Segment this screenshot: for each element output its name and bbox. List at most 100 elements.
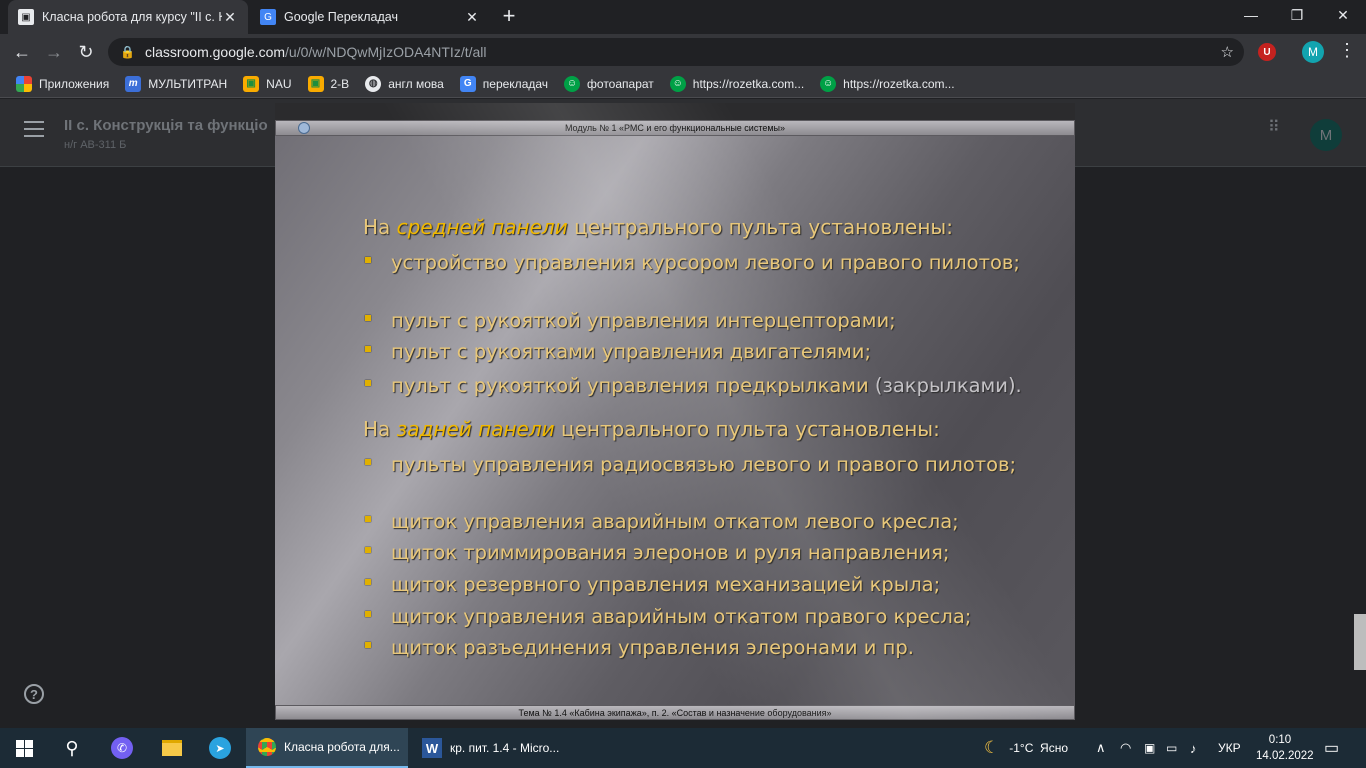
heading-post: центрального пульта установлены:	[567, 215, 953, 239]
tab-title: Google Перекладач	[284, 10, 398, 24]
list-item-text: устройство управления курсором левого и …	[391, 251, 1020, 274]
taskbar-app-chrome[interactable]: Класна робота для...	[246, 728, 408, 768]
list-item: пульт с рукояткой управления предкрылкам…	[363, 372, 1053, 399]
rozetka-icon: ☺	[669, 75, 686, 92]
bookmark-translator[interactable]: Gперекладач	[459, 75, 548, 92]
help-icon[interactable]: ?	[24, 684, 44, 704]
close-window-button[interactable]: ✕	[1320, 0, 1366, 30]
bookmark-english[interactable]: ◍ англ мова	[365, 75, 444, 92]
language-indicator[interactable]: УКР	[1218, 728, 1241, 768]
list-item-text: щиток управления аварийным откатом левог…	[391, 510, 959, 533]
new-tab-button[interactable]: +	[496, 4, 522, 30]
bullet-icon	[363, 307, 391, 334]
emblem-icon	[298, 122, 310, 134]
list-item-text: пульт с рукояткой управления предкрылкам…	[391, 374, 869, 397]
list-item: щиток управления аварийным откатом левог…	[363, 508, 1053, 535]
weather-widget[interactable]: ☾ -1°C Ясно	[984, 728, 1068, 768]
telegram-icon[interactable]: ➤	[196, 728, 244, 768]
bookmark-rozetka-2[interactable]: ☺ https://rozetka.com...	[820, 75, 955, 92]
bookmark-2v[interactable]: ▣ 2-В	[307, 75, 350, 92]
extension-icon[interactable]: U	[1258, 43, 1276, 61]
list-item: пульты управления радиосвязью левого и п…	[363, 451, 1053, 478]
list-item-text: пульт с рукояткой управления интерцептор…	[391, 309, 896, 332]
list-item-text: щиток разъединения управления элеронами …	[391, 636, 914, 659]
bookmark-camera[interactable]: ☺ фотоапарат	[564, 75, 654, 92]
bullet-icon	[363, 372, 391, 399]
bookmark-label: фотоапарат	[587, 76, 654, 91]
tab-title: Класна робота для курсу "II с. К	[42, 10, 222, 24]
list-item-text: щиток управления аварийным откатом право…	[391, 605, 972, 628]
clock[interactable]: 0:10 14.02.2022	[1256, 732, 1314, 764]
viber-icon[interactable]: ✆	[98, 728, 146, 768]
slide-footer-bar: Тема № 1.4 «Кабина экипажа», п. 2. «Сост…	[275, 705, 1075, 720]
heading-post: центрального пульта установлены:	[554, 417, 940, 441]
bookmark-star-icon[interactable]: ☆	[1221, 43, 1234, 61]
list-item: щиток резервного управления механизацией…	[363, 571, 1053, 598]
camera-icon[interactable]: ▣	[1144, 728, 1155, 768]
scrollbar-thumb[interactable]	[1354, 614, 1366, 670]
list-item-text: пульты управления радиосвязью левого и п…	[391, 453, 1017, 476]
bullet-icon	[363, 539, 391, 566]
bookmark-rozetka-1[interactable]: ☺ https://rozetka.com...	[669, 75, 804, 92]
list-item: пульт с рукоятками управления двигателям…	[363, 338, 1053, 365]
bookmark-multitran[interactable]: m МУЛЬТИТРАН	[125, 75, 228, 92]
minimize-button[interactable]: —	[1228, 0, 1274, 30]
back-icon[interactable]: ←	[10, 40, 34, 64]
bullet-icon	[363, 451, 391, 478]
heading-emphasis: средней панели	[396, 215, 568, 239]
tab-translate[interactable]: G Google Перекладач ✕	[250, 0, 490, 34]
course-subtitle: н/г АВ-311 Б	[64, 139, 127, 151]
bullet-icon	[363, 508, 391, 535]
section-heading-middle: На средней панели центрального пульта ус…	[363, 215, 953, 239]
clock-time: 0:10	[1268, 734, 1292, 746]
bookmark-apps[interactable]: Приложения	[16, 75, 110, 92]
show-hidden-icons[interactable]: ∧	[1096, 728, 1106, 768]
profile-avatar[interactable]: M	[1302, 41, 1324, 63]
taskbar-app-label: Класна робота для...	[284, 740, 400, 754]
notifications-icon[interactable]: ▭	[1324, 728, 1339, 768]
battery-icon[interactable]: ▭	[1166, 728, 1177, 768]
weather-text: -1°C Ясно	[1009, 741, 1069, 755]
google-apps-icon[interactable]: ⠿	[1268, 120, 1281, 136]
volume-icon[interactable]: ♪	[1190, 728, 1197, 768]
list-item-text: пульт с рукоятками управления двигателям…	[391, 340, 872, 363]
forward-icon[interactable]: →	[42, 40, 66, 64]
list-item: устройство управления курсором левого и …	[363, 249, 1053, 276]
search-icon[interactable]: ⚲	[48, 728, 96, 768]
word-icon: W	[422, 738, 442, 758]
taskbar-app-word[interactable]: W кр. пит. 1.4 - Micro...	[410, 728, 574, 768]
file-explorer-icon[interactable]	[148, 728, 196, 768]
browser-toolbar: ← → ↻ 🔒 classroom.google.com/u/0/w/NDQwM…	[0, 34, 1366, 70]
close-icon[interactable]: ✕	[464, 9, 480, 26]
windows-taskbar: ⚲ ✆ ➤ Класна робота для... W кр. пит. 1.…	[0, 728, 1366, 768]
bookmark-label: Приложения	[39, 76, 110, 91]
bullet-icon	[363, 634, 391, 661]
bookmarks-bar: Приложения m МУЛЬТИТРАН ▣ NAU ▣ 2-В ◍ англ м…	[0, 70, 1366, 98]
extension-label: U	[1263, 46, 1271, 58]
list-item-text: щиток резервного управления механизацией…	[391, 573, 941, 596]
taskbar-app-label: кр. пит. 1.4 - Micro...	[450, 741, 560, 755]
bullet-icon	[363, 571, 391, 598]
course-title[interactable]: II с. Конструкція та функціо	[64, 117, 268, 134]
apps-grid-icon	[16, 75, 32, 92]
profile-initial: M	[1308, 45, 1318, 59]
menu-kebab-icon[interactable]: ⋮	[1338, 40, 1356, 61]
hamburger-menu-icon[interactable]	[24, 121, 44, 137]
windows-start-icon[interactable]	[0, 728, 48, 768]
address-bar[interactable]: 🔒 classroom.google.com/u/0/w/NDQwMjIzODA…	[108, 38, 1244, 66]
tab-classroom[interactable]: ▣ Класна робота для курсу "II с. К ✕	[8, 0, 248, 34]
network-icon[interactable]: ◠	[1120, 728, 1131, 768]
multitran-icon: m	[125, 75, 142, 92]
reload-icon[interactable]: ↻	[74, 40, 98, 64]
tab-strip: ▣ Класна робота для курсу "II с. К ✕ G G…	[0, 0, 1366, 34]
bookmark-label: 2-В	[330, 76, 350, 91]
lock-icon: 🔒	[120, 45, 135, 59]
restore-button[interactable]: ❐	[1274, 0, 1320, 30]
bookmark-nau[interactable]: ▣ NAU	[243, 75, 292, 92]
slide-module-title: Модуль № 1 «РМС и его функциональные сис…	[564, 123, 786, 133]
classroom-icon: ▣	[307, 75, 324, 92]
slide-viewer: Модуль № 1 «РМС и его функциональные сис…	[275, 103, 1075, 720]
close-icon[interactable]: ✕	[222, 9, 238, 26]
bookmark-label: МУЛЬТИТРАН	[148, 76, 228, 91]
avatar[interactable]: M	[1310, 119, 1342, 151]
